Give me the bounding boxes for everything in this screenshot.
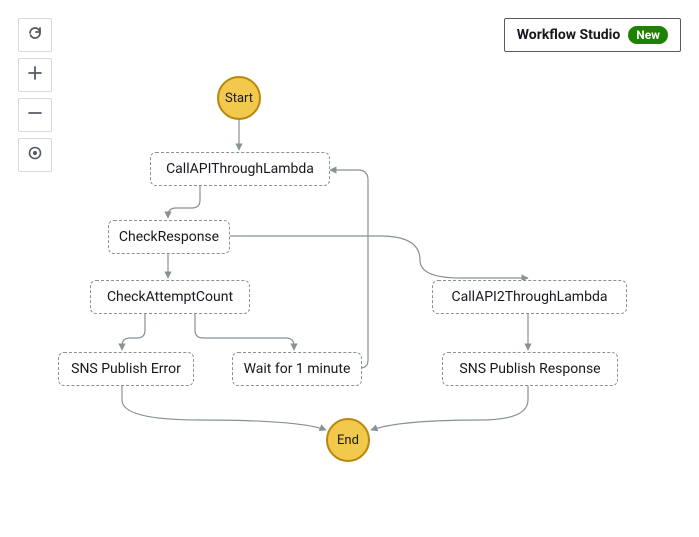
center-icon (27, 145, 43, 165)
refresh-button[interactable] (18, 18, 52, 52)
callAPI2-label: CallAPI2ThroughLambda (452, 289, 608, 305)
callAPI-node[interactable]: CallAPIThroughLambda (150, 152, 330, 186)
callAPI2-node[interactable]: CallAPI2ThroughLambda (432, 280, 627, 314)
refresh-icon (27, 25, 43, 45)
zoom-in-button[interactable] (18, 58, 52, 92)
checkAttempt-node[interactable]: CheckAttemptCount (90, 280, 250, 314)
plus-icon (28, 66, 42, 84)
checkResponse-node[interactable]: CheckResponse (108, 220, 230, 254)
end-node[interactable]: End (326, 418, 370, 462)
callAPI-label: CallAPIThroughLambda (166, 161, 314, 177)
checkResponse-label: CheckResponse (119, 229, 219, 245)
checkAttempt-label: CheckAttemptCount (107, 289, 233, 305)
canvas: Workflow Studio New (0, 0, 699, 537)
start-label: Start (225, 91, 253, 106)
center-button[interactable] (18, 138, 52, 172)
wait-node[interactable]: Wait for 1 minute (232, 352, 362, 386)
end-label: End (337, 433, 359, 448)
wait-label: Wait for 1 minute (244, 361, 351, 377)
workflow-studio-label: Workflow Studio (517, 27, 620, 43)
new-badge: New (628, 26, 668, 44)
minus-icon (28, 106, 42, 124)
snsResponse-label: SNS Publish Response (459, 361, 600, 377)
zoom-out-button[interactable] (18, 98, 52, 132)
snsResponse-node[interactable]: SNS Publish Response (442, 352, 618, 386)
start-node[interactable]: Start (217, 76, 261, 120)
workflow-studio-button[interactable]: Workflow Studio New (504, 18, 681, 52)
snsError-node[interactable]: SNS Publish Error (58, 352, 194, 386)
snsError-label: SNS Publish Error (71, 361, 181, 377)
